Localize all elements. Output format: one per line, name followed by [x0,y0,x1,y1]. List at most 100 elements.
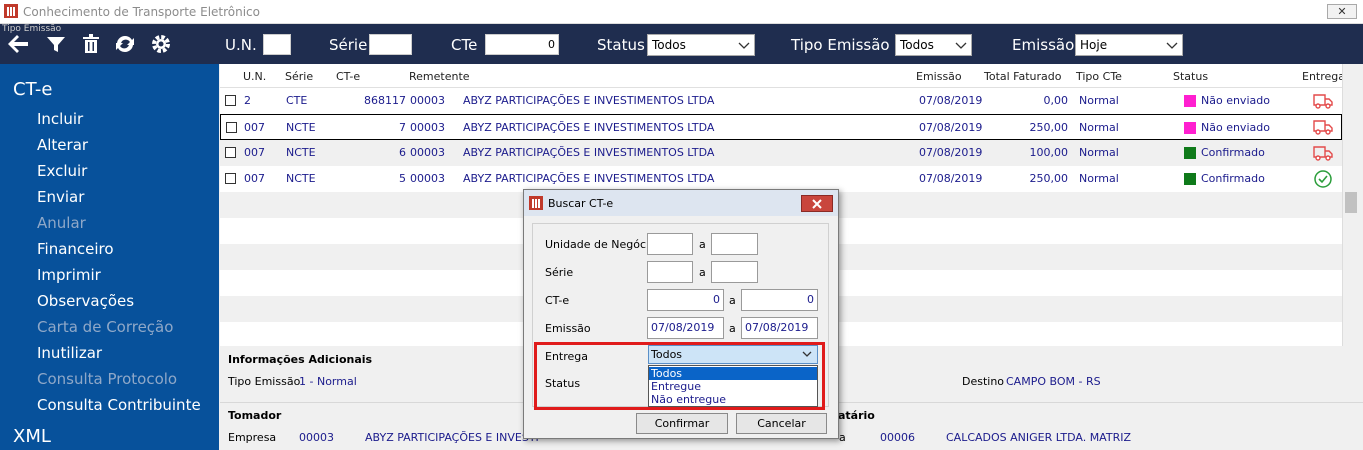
gear-icon[interactable] [149,32,173,56]
sidebar-item-consulta-contribuinte[interactable]: Consulta Contribuinte [37,396,201,414]
emissao-from-input[interactable]: 07/08/2019 [647,317,724,339]
cell-un: 007 [244,146,265,159]
tomador-title: Tomador [228,409,282,422]
cell-serie: NCTE [286,121,316,134]
sidebar-item-enviar[interactable]: Enviar [37,188,84,206]
serie-to-input[interactable] [711,261,758,283]
cell-cte: 6 [399,146,406,159]
scrollbar-thumb[interactable] [1345,192,1357,213]
cell-cte: 868117 [364,94,406,107]
range-a-label: a [729,322,736,335]
sidebar-item-observacoes[interactable]: Observações [37,292,134,310]
refresh-icon[interactable] [113,32,137,56]
back-arrow-icon[interactable] [6,32,30,56]
cell-serie: NCTE [286,172,316,185]
sidebar: CT-e Incluir Alterar Excluir Enviar Anul… [0,64,219,450]
cell-emissao: 07/08/2019 [919,172,983,185]
tipo-emissao-select-value: Todos [900,38,934,52]
cell-serie: NCTE [286,146,316,159]
emissao-to-input[interactable]: 07/08/2019 [741,317,818,339]
sidebar-section-xml[interactable]: XML [13,426,51,447]
status-select[interactable]: Todos [647,34,755,56]
emissao-select-value: Hoje [1080,38,1108,52]
cell-emissao: 07/08/2019 [919,146,983,159]
app-logo-icon [4,4,18,18]
serie-label: Série [329,36,368,54]
col-header-remetente[interactable]: Remetente [409,70,470,83]
un-label: U.N. [225,36,257,54]
sidebar-section-cte[interactable]: CT-e [13,79,52,100]
window-close-button[interactable]: ✕ [1327,4,1357,19]
emissao-select[interactable]: Hoje [1075,34,1183,56]
table-row[interactable]: 007 NCTE 6 00003 ABYZ PARTICIPAÇÕES E IN… [220,140,1342,166]
truck-icon[interactable] [1312,143,1334,163]
table-row[interactable]: 007 NCTE 7 00003 ABYZ PARTICIPAÇÕES E IN… [220,114,1342,140]
sidebar-item-imprimir[interactable]: Imprimir [37,266,101,284]
sidebar-item-anular: Anular [37,214,86,232]
cell-serie: CTE [286,94,308,107]
col-header-total[interactable]: Total Faturado [984,70,1062,83]
range-a-label: a [729,294,736,307]
cell-cte: 5 [399,172,406,185]
cell-tipo: Normal [1079,172,1119,185]
truck-icon[interactable] [1312,117,1334,137]
info-adicionais-title: Informações Adicionais [228,353,373,366]
sidebar-item-consulta-protocolo: Consulta Protocolo [37,370,178,388]
tipo-emissao-info-label: Tipo Emissão [228,375,301,388]
cell-total: 100,00 [1029,146,1069,159]
sidebar-item-excluir[interactable]: Excluir [37,162,87,180]
table-vertical-scrollbar[interactable] [1342,64,1359,346]
cell-emissao: 07/08/2019 [919,94,983,107]
cancel-button[interactable]: Cancelar [736,413,827,434]
tipo-emissao-select[interactable]: Todos [895,34,972,56]
cte-range-label: CT-e [545,294,570,307]
table-row[interactable]: 2 CTE 868117 00003 ABYZ PARTICIPAÇÕES E … [220,88,1342,114]
cell-un: 2 [244,94,251,107]
un-input[interactable] [263,34,291,55]
confirm-button[interactable]: Confirmar [636,413,728,434]
sidebar-item-financeiro[interactable]: Financeiro [37,240,114,258]
range-a-label: a [699,266,706,279]
filter-icon[interactable] [44,32,68,56]
row-checkbox[interactable] [225,95,236,106]
un-from-input[interactable] [647,233,693,255]
status-color-square [1184,147,1196,159]
row-checkbox[interactable] [226,122,237,133]
window-titlebar: Conhecimento de Transporte Eletrônico ✕ [0,0,1363,24]
cell-status: Confirmado [1201,146,1265,159]
serie-from-input[interactable] [647,261,693,283]
cte-from-input[interactable]: 0 [647,289,724,311]
cell-tipo: Normal [1079,146,1119,159]
trash-icon[interactable] [79,32,103,56]
col-header-cte[interactable]: CT-e [336,70,360,83]
dialog-close-button[interactable] [801,195,833,212]
tipo-emissao-info-value: 1 - Normal [299,375,357,388]
serie-range-label: Série [545,266,574,279]
status-color-square [1184,122,1196,134]
status-color-square [1184,95,1196,107]
check-circle-icon[interactable] [1313,169,1333,189]
col-header-tipo[interactable]: Tipo CTe [1076,70,1122,83]
sidebar-item-inutilizar[interactable]: Inutilizar [37,344,102,362]
cte-input[interactable]: 0 [485,34,559,55]
col-header-status[interactable]: Status [1173,70,1208,83]
serie-input[interactable] [369,34,412,55]
destino-label: Destino [962,375,1005,388]
status-select-value: Todos [652,38,686,52]
sidebar-item-incluir[interactable]: Incluir [37,110,83,128]
col-header-entrega[interactable]: Entrega [1302,70,1345,83]
col-header-serie[interactable]: Série [285,70,313,83]
chevron-down-icon [1166,42,1178,49]
cell-rem-nome: ABYZ PARTICIPAÇÕES E INVESTIMENTOS LTDA [463,172,715,185]
row-checkbox[interactable] [225,173,236,184]
sidebar-item-alterar[interactable]: Alterar [37,136,88,154]
truck-icon[interactable] [1312,91,1334,111]
col-header-emissao[interactable]: Emissão [916,70,962,83]
col-header-un[interactable]: U.N. [243,70,266,83]
row-checkbox[interactable] [225,147,236,158]
cte-to-input[interactable]: 0 [741,289,818,311]
un-to-input[interactable] [711,233,758,255]
cell-rem-nome: ABYZ PARTICIPAÇÕES E INVESTIMENTOS LTDA [463,146,715,159]
cell-tipo: Normal [1079,94,1119,107]
cell-rem-cod: 00003 [410,146,445,159]
